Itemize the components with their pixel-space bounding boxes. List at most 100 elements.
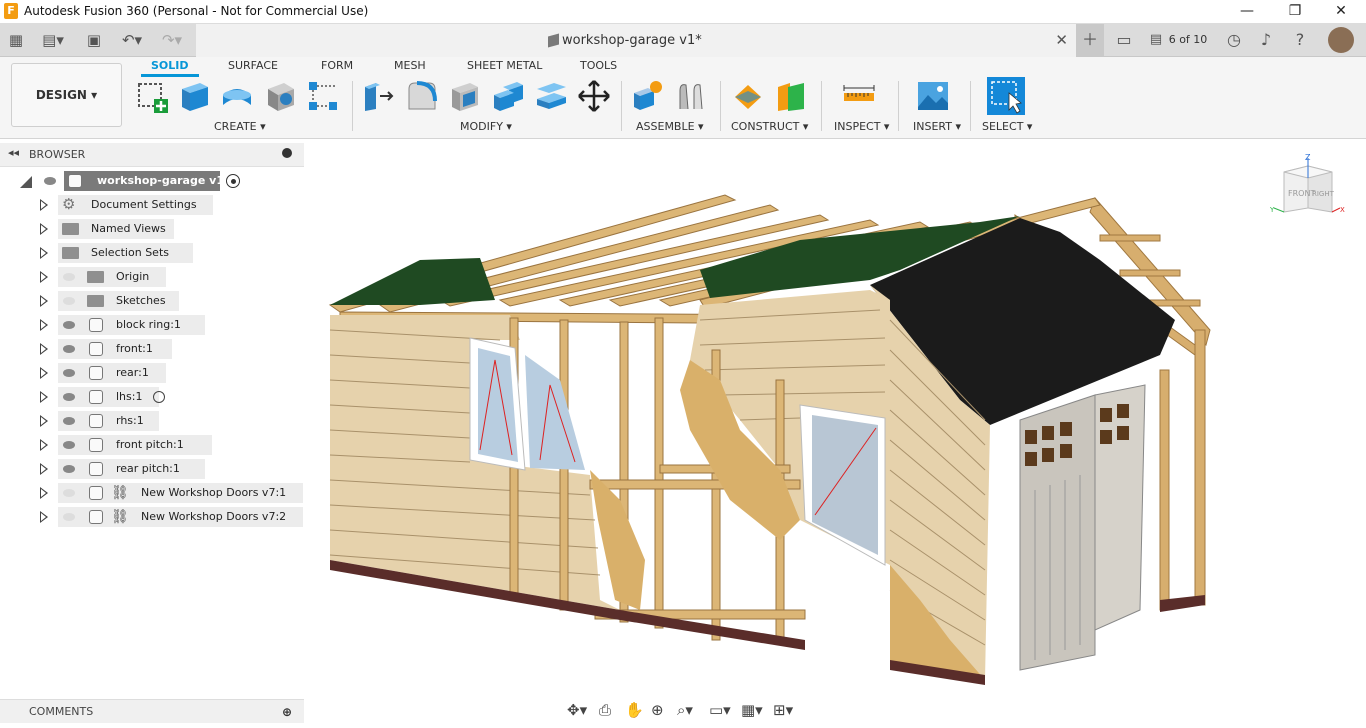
expand-triangle-icon[interactable]: [40, 463, 48, 475]
tab-form[interactable]: FORM: [321, 59, 353, 72]
close-window-button[interactable]: ✕: [1318, 0, 1364, 23]
viewport-canvas[interactable]: [305, 140, 1366, 696]
move-copy-icon[interactable]: [577, 79, 611, 113]
look-at-icon[interactable]: ⎙: [599, 701, 611, 719]
plane-at-angle-icon[interactable]: [774, 79, 808, 113]
new-component-icon[interactable]: [631, 79, 665, 113]
extrude-icon[interactable]: [178, 79, 212, 113]
expand-triangle-icon[interactable]: [40, 343, 48, 355]
browser-item[interactable]: ⚙ Document Settings: [0, 195, 304, 215]
browser-item[interactable]: rhs:1: [0, 411, 304, 431]
select-icon[interactable]: [987, 77, 1025, 115]
expand-triangle-icon[interactable]: [40, 223, 48, 235]
new-tab-button[interactable]: ＋: [1076, 24, 1104, 56]
create-sketch-icon[interactable]: [136, 79, 170, 113]
expand-triangle-icon[interactable]: [40, 367, 48, 379]
data-panel-grid-icon[interactable]: ▦: [8, 29, 24, 51]
revolve-icon[interactable]: [220, 79, 254, 113]
browser-item[interactable]: rear:1: [0, 363, 304, 383]
visibility-eye-icon[interactable]: [44, 177, 56, 185]
browser-item[interactable]: ⛓ New Workshop Doors v7:1: [0, 483, 304, 503]
visibility-eye-icon[interactable]: [63, 369, 75, 377]
undo-icon[interactable]: ↶▾: [117, 29, 147, 51]
visibility-eye-icon[interactable]: [63, 489, 75, 497]
tab-surface[interactable]: SURFACE: [228, 59, 278, 72]
visibility-eye-icon[interactable]: [63, 441, 75, 449]
tab-tools[interactable]: TOOLS: [580, 59, 617, 72]
pan-hand-icon[interactable]: ✋: [625, 701, 644, 719]
zoom-icon[interactable]: ⊕: [651, 701, 664, 719]
browser-options-icon[interactable]: [282, 148, 292, 158]
help-icon[interactable]: ?: [1288, 24, 1312, 56]
pattern-icon[interactable]: [306, 79, 340, 113]
expand-triangle-icon[interactable]: [40, 487, 48, 499]
visibility-eye-icon[interactable]: [63, 321, 75, 329]
display-settings-icon[interactable]: ▭▾: [709, 701, 731, 719]
job-status-count[interactable]: 6 of 10: [1168, 24, 1208, 56]
viewports-icon[interactable]: ⊞▾: [773, 701, 793, 719]
construct-group-label[interactable]: CONSTRUCT ▾: [731, 120, 808, 133]
orbit-icon[interactable]: ✥▾: [567, 701, 587, 719]
browser-item[interactable]: ⛓ New Workshop Doors v7:2: [0, 507, 304, 527]
workspace-switcher[interactable]: DESIGN ▾: [11, 63, 122, 127]
expand-triangle-icon[interactable]: [40, 295, 48, 307]
history-clock-icon[interactable]: ◷: [1222, 24, 1246, 56]
document-tab[interactable]: workshop-garage v1* ✕: [196, 24, 1076, 57]
select-group-label[interactable]: SELECT ▾: [982, 120, 1032, 133]
tab-sheet-metal[interactable]: SHEET METAL: [467, 59, 542, 72]
expand-triangle-icon[interactable]: [40, 199, 48, 211]
expand-triangle-icon[interactable]: [40, 511, 48, 523]
visibility-eye-icon[interactable]: [63, 465, 75, 473]
tab-solid[interactable]: SOLID: [141, 59, 198, 77]
shell-icon[interactable]: [448, 79, 482, 113]
browser-root-node[interactable]: workshop-garage v1: [0, 171, 304, 191]
inspect-group-label[interactable]: INSPECT ▾: [834, 120, 889, 133]
close-tab-icon[interactable]: ✕: [1055, 31, 1068, 49]
fit-zoom-icon[interactable]: ⌕▾: [677, 701, 693, 719]
visibility-eye-icon[interactable]: [63, 393, 75, 401]
measure-icon[interactable]: [842, 79, 876, 113]
user-avatar[interactable]: [1328, 27, 1354, 53]
modify-group-label[interactable]: MODIFY ▾: [460, 120, 512, 133]
visibility-eye-icon[interactable]: [63, 297, 75, 305]
add-comment-icon[interactable]: ⊕: [282, 705, 292, 719]
maximize-button[interactable]: ❐: [1272, 0, 1318, 23]
expand-triangle-icon[interactable]: [40, 439, 48, 451]
offset-face-icon[interactable]: [534, 79, 568, 113]
view-cube[interactable]: FRONT RIGHT Z Y X: [1270, 154, 1350, 224]
collapse-triangle-icon[interactable]: [20, 176, 32, 188]
file-menu-icon[interactable]: ▤▾: [38, 29, 68, 51]
visibility-eye-icon[interactable]: [63, 345, 75, 353]
browser-item[interactable]: Origin: [0, 267, 304, 287]
notifications-bell-icon[interactable]: ♪: [1256, 24, 1276, 56]
visibility-eye-icon[interactable]: [63, 273, 75, 281]
browser-item[interactable]: Sketches: [0, 291, 304, 311]
create-group-label[interactable]: CREATE ▾: [214, 120, 266, 133]
expand-triangle-icon[interactable]: [40, 415, 48, 427]
browser-item[interactable]: lhs:1: [0, 387, 304, 407]
visibility-eye-icon[interactable]: [63, 417, 75, 425]
insert-image-icon[interactable]: [916, 79, 950, 113]
browser-item[interactable]: block ring:1: [0, 315, 304, 335]
save-icon[interactable]: ▣: [85, 29, 103, 51]
minimize-button[interactable]: —: [1224, 0, 1270, 23]
activate-radio-icon[interactable]: [153, 391, 165, 403]
hole-icon[interactable]: [264, 79, 298, 113]
job-status-icon[interactable]: ▤: [1146, 24, 1166, 56]
expand-triangle-icon[interactable]: [40, 319, 48, 331]
garage-model[interactable]: [305, 140, 1366, 696]
redo-icon[interactable]: ↷▾: [157, 29, 187, 51]
browser-item[interactable]: Selection Sets: [0, 243, 304, 263]
collapse-browser-icon[interactable]: ◂◂: [8, 146, 19, 159]
joint-icon[interactable]: [674, 79, 708, 113]
assemble-group-label[interactable]: ASSEMBLE ▾: [636, 120, 704, 133]
expand-triangle-icon[interactable]: [40, 391, 48, 403]
browser-item[interactable]: front:1: [0, 339, 304, 359]
comments-icon[interactable]: ▭: [1112, 24, 1136, 56]
offset-plane-icon[interactable]: [731, 79, 765, 113]
fillet-icon[interactable]: [405, 79, 439, 113]
tab-mesh[interactable]: MESH: [394, 59, 426, 72]
browser-item[interactable]: rear pitch:1: [0, 459, 304, 479]
combine-icon[interactable]: [491, 79, 525, 113]
expand-triangle-icon[interactable]: [40, 271, 48, 283]
